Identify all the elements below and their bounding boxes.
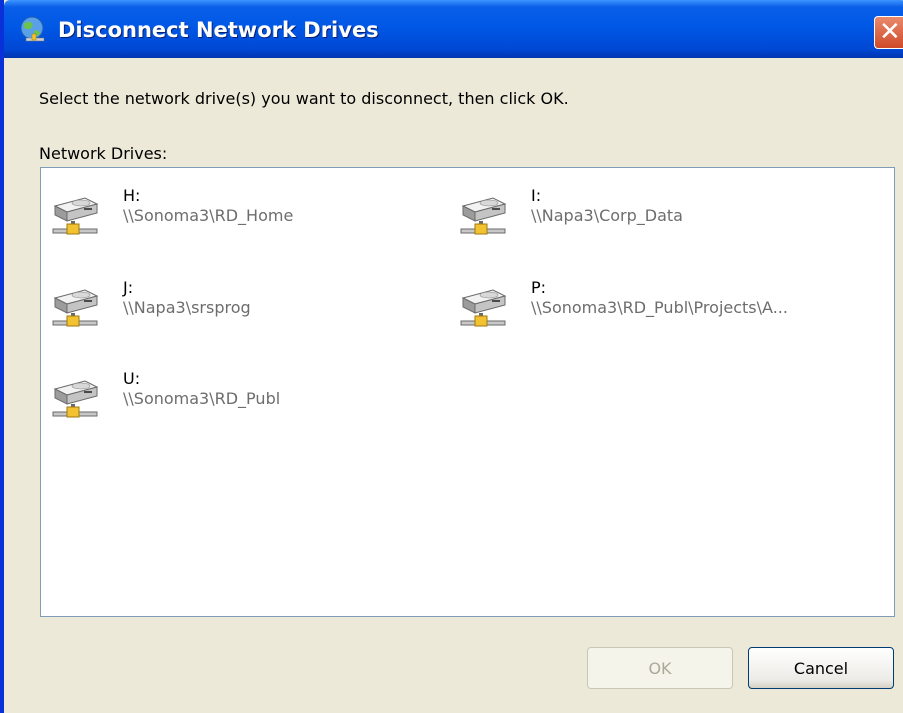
drive-item-j[interactable]: J: \\Napa3\srsprog [41,276,441,332]
drive-path: \\Napa3\Corp_Data [531,206,683,225]
drive-path: \\Sonoma3\RD_Publ\Projects\A... [531,298,788,317]
ok-button[interactable]: OK [587,647,733,689]
network-drive-icon [460,289,507,327]
drive-item-i[interactable]: I: \\Napa3\Corp_Data [449,184,849,240]
title-bar[interactable]: Disconnect Network Drives ✕ [4,0,903,58]
drive-letter: P: [531,278,547,297]
drive-letter: H: [123,186,141,205]
window-title: Disconnect Network Drives [58,18,379,42]
close-button[interactable]: ✕ [874,16,903,49]
instruction-text: Select the network drive(s) you want to … [39,89,569,108]
drive-item-h[interactable]: H: \\Sonoma3\RD_Home [41,184,441,240]
network-drives-list[interactable]: H: \\Sonoma3\RD_Home I: \\Napa3\Corp_Dat… [40,167,895,617]
drive-path: \\Sonoma3\RD_Home [123,206,294,225]
dialog-window: Disconnect Network Drives ✕ Select the n… [0,0,903,713]
network-drive-icon [52,197,99,235]
drive-path: \\Napa3\srsprog [123,298,251,317]
network-drives-label: Network Drives: [39,144,168,163]
network-drive-icon [52,380,99,418]
drive-item-u[interactable]: U: \\Sonoma3\RD_Publ [41,367,441,423]
drive-letter: I: [531,186,542,205]
network-disconnect-icon [20,16,45,42]
network-drive-icon [460,197,507,235]
close-icon: ✕ [879,17,901,47]
drive-letter: J: [123,278,134,297]
drive-path: \\Sonoma3\RD_Publ [123,389,281,408]
drive-letter: U: [123,369,141,388]
drive-item-p[interactable]: P: \\Sonoma3\RD_Publ\Projects\A... [449,276,849,332]
network-drive-icon [52,289,99,327]
cancel-button[interactable]: Cancel [748,647,894,689]
